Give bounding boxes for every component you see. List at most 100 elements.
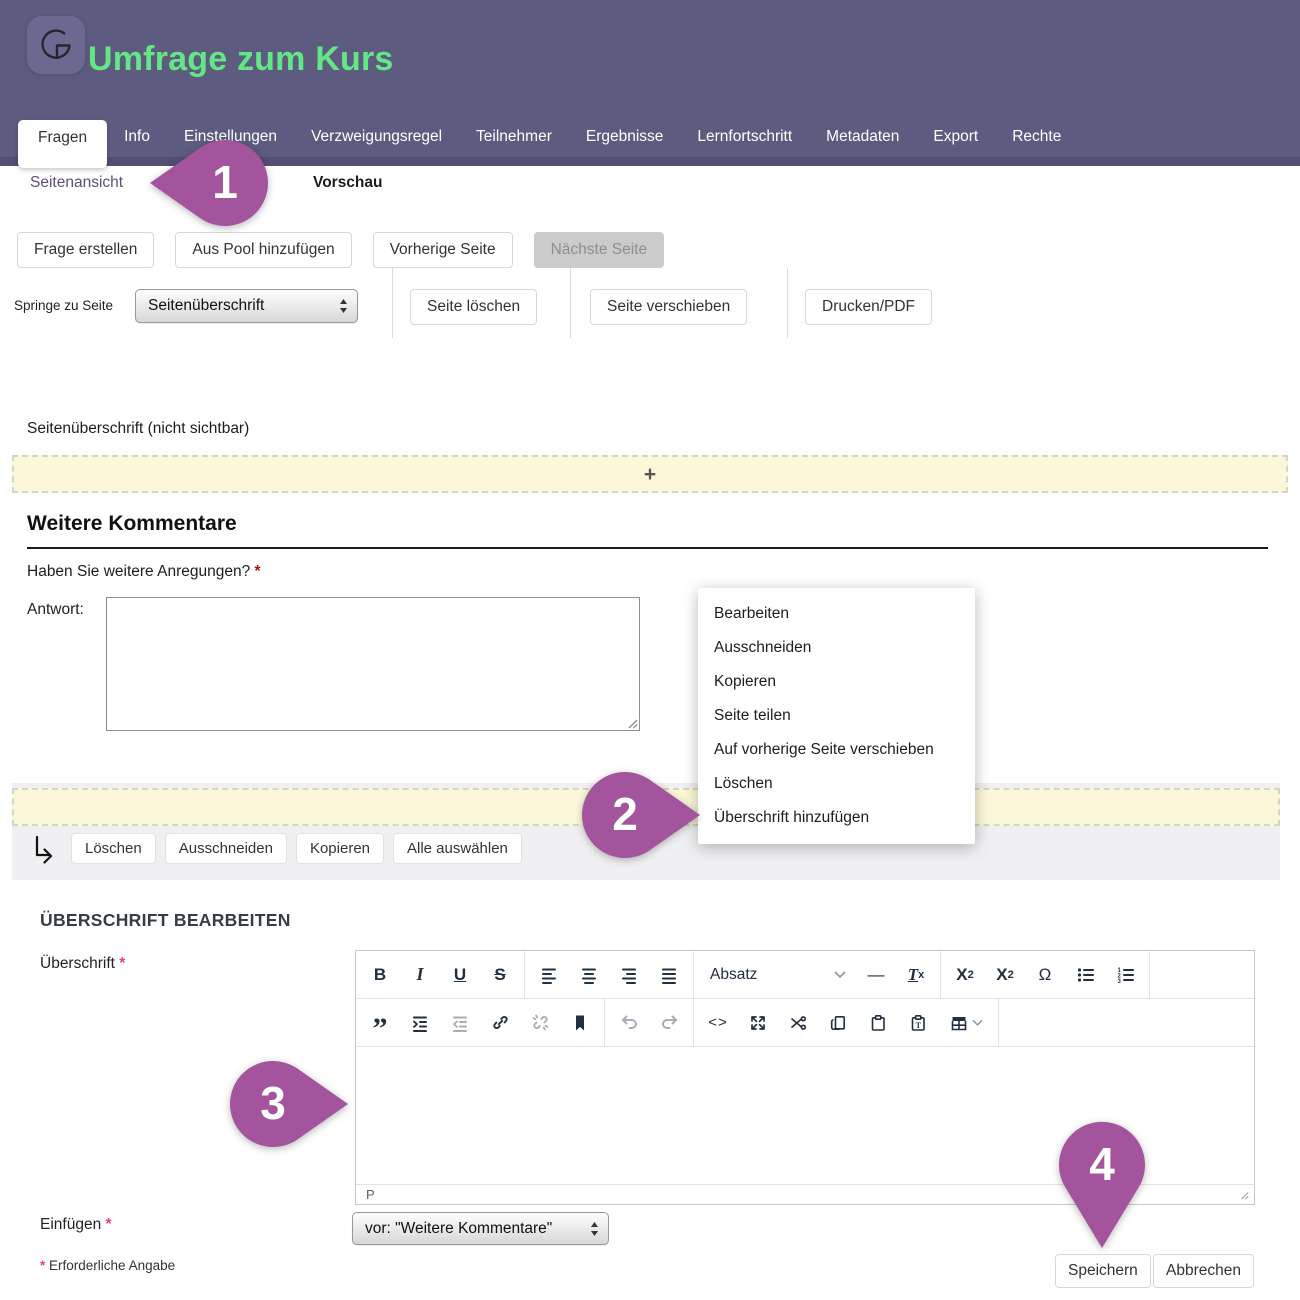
subtab-vorschau[interactable]: Vorschau [313, 174, 383, 192]
tab-lernfortschritt[interactable]: Lernfortschritt [680, 120, 809, 157]
apply-to-selection-arrow-icon [30, 834, 56, 864]
callout-number: 4 [1089, 1137, 1115, 1191]
aus-pool-hinzufuegen-button[interactable]: Aus Pool hinzufügen [175, 232, 351, 268]
history-group [605, 999, 694, 1046]
question-text: Haben Sie weitere Anregungen? * [27, 563, 261, 581]
numbered-list-icon[interactable]: 1 2 3 [1105, 955, 1145, 995]
required-note: * Erforderliche Angabe [40, 1258, 175, 1273]
fullscreen-icon[interactable] [738, 1003, 778, 1043]
menu-item-bearbeiten[interactable]: Bearbeiten [698, 597, 975, 631]
tab-fragen[interactable]: Fragen [18, 120, 107, 168]
required-asterisk: * [255, 563, 261, 580]
seite-verschieben-button[interactable]: Seite verschieben [590, 289, 747, 325]
menu-item-ueberschrift-hinzufuegen[interactable]: Überschrift hinzufügen [698, 801, 975, 835]
superscript-icon[interactable]: X2 [985, 955, 1025, 995]
ueberschrift-label: Überschrift * [40, 955, 125, 973]
paste-icon[interactable] [858, 1003, 898, 1043]
tools-group: <> [694, 999, 999, 1046]
menu-item-ausschneiden[interactable]: Ausschneiden [698, 631, 975, 665]
callout-number: 1 [212, 155, 238, 209]
section-heading: Weitere Kommentare [27, 512, 1268, 549]
align-right-icon[interactable] [609, 955, 649, 995]
insert-group: X2 X2 Ω 1 2 3 [941, 951, 1150, 998]
bullet-list-icon[interactable] [1065, 955, 1105, 995]
menu-item-seite-teilen[interactable]: Seite teilen [698, 699, 975, 733]
source-code-icon[interactable]: <> [698, 1003, 738, 1043]
block-group: ” [356, 999, 605, 1046]
bold-icon[interactable]: B [360, 955, 400, 995]
callout-number: 3 [260, 1076, 286, 1130]
resize-handle-icon[interactable] [1239, 1190, 1249, 1200]
cut-icon[interactable] [778, 1003, 818, 1043]
ausschneiden-button[interactable]: Ausschneiden [165, 833, 287, 864]
required-asterisk: * [40, 1258, 45, 1273]
answer-label: Antwort: [27, 601, 84, 619]
vorherige-seite-button[interactable]: Vorherige Seite [373, 232, 513, 268]
frage-erstellen-button[interactable]: Frage erstellen [17, 232, 154, 268]
page-toolbar-row1: Frage erstellen Aus Pool hinzufügen Vorh… [17, 232, 664, 268]
tab-metadaten[interactable]: Metadaten [809, 120, 916, 157]
align-center-icon[interactable] [569, 955, 609, 995]
springe-zu-seite-label: Springe zu Seite [14, 298, 113, 313]
justify-icon[interactable] [649, 955, 689, 995]
speichern-button[interactable]: Speichern [1055, 1254, 1151, 1288]
answer-field-wrap [106, 597, 640, 731]
unlink-icon[interactable] [520, 1003, 560, 1043]
menu-item-loeschen[interactable]: Löschen [698, 767, 975, 801]
undo-icon[interactable] [609, 1003, 649, 1043]
copy-icon[interactable] [818, 1003, 858, 1043]
svg-text:T: T [916, 1021, 922, 1030]
tab-teilnehmer[interactable]: Teilnehmer [459, 120, 569, 157]
context-menu: Bearbeiten Ausschneiden Kopieren Seite t… [698, 588, 975, 844]
indent-icon[interactable] [400, 1003, 440, 1043]
strikethrough-icon[interactable]: S [480, 955, 520, 995]
einfuegen-select-value: vor: "Weitere Kommentare" [365, 1220, 552, 1238]
select-caret-icon [339, 298, 348, 314]
seiten-select[interactable]: Seitenüberschrift [135, 289, 358, 323]
loeschen-button[interactable]: Löschen [71, 833, 156, 864]
page-title: Umfrage zum Kurs [88, 40, 393, 79]
tab-rechte[interactable]: Rechte [995, 120, 1078, 157]
align-left-icon[interactable] [529, 955, 569, 995]
paragraph-group: Absatz — Tx [694, 951, 941, 998]
required-asterisk: * [119, 955, 125, 972]
callout-2: 2 [580, 772, 700, 858]
table-icon[interactable] [938, 1003, 994, 1043]
paragraph-format-dropdown[interactable]: Absatz [698, 955, 856, 995]
drucken-pdf-button[interactable]: Drucken/PDF [805, 289, 932, 325]
editor-toolbar-row1: B I U S Absat [356, 951, 1254, 999]
menu-item-auf-vorherige-seite[interactable]: Auf vorherige Seite verschieben [698, 733, 975, 767]
abbrechen-button[interactable]: Abbrechen [1153, 1254, 1254, 1288]
special-character-icon[interactable]: Ω [1025, 955, 1065, 995]
outdent-icon[interactable] [440, 1003, 480, 1043]
subscript-icon[interactable]: X2 [945, 955, 985, 995]
clear-formatting-icon[interactable]: Tx [896, 955, 936, 995]
einfuegen-select[interactable]: vor: "Weitere Kommentare" [352, 1212, 609, 1245]
resize-handle-icon[interactable] [626, 717, 638, 729]
tab-export[interactable]: Export [916, 120, 995, 157]
redo-icon[interactable] [649, 1003, 689, 1043]
horizontal-rule-icon[interactable]: — [856, 955, 896, 995]
required-asterisk: * [106, 1216, 112, 1233]
menu-item-kopieren[interactable]: Kopieren [698, 665, 975, 699]
seite-loeschen-button[interactable]: Seite löschen [410, 289, 537, 325]
editor-toolbar-row2: ” [356, 999, 1254, 1047]
italic-icon[interactable]: I [400, 955, 440, 995]
subtab-seitenansicht[interactable]: Seitenansicht [30, 174, 123, 192]
paste-as-text-icon[interactable]: T [898, 1003, 938, 1043]
hidden-page-title: Seitenüberschrift (nicht sichtbar) [27, 420, 249, 438]
tab-verzweigungsregel[interactable]: Verzweigungsregel [294, 120, 459, 157]
alle-auswaehlen-button[interactable]: Alle auswählen [393, 833, 522, 864]
app-header: Umfrage zum Kurs [0, 0, 1300, 120]
kopieren-button[interactable]: Kopieren [296, 833, 384, 864]
answer-textarea[interactable] [106, 597, 640, 731]
blockquote-icon[interactable]: ” [360, 1003, 400, 1043]
bookmark-icon[interactable] [560, 1003, 600, 1043]
selection-bar: Löschen Ausschneiden Kopieren Alle auswä… [30, 833, 522, 864]
callout-1: 1 [150, 140, 270, 226]
underline-icon[interactable]: U [440, 955, 480, 995]
toolbar-spacer [1150, 951, 1254, 998]
tab-ergebnisse[interactable]: Ergebnisse [569, 120, 681, 157]
link-icon[interactable] [480, 1003, 520, 1043]
add-element-dropzone[interactable]: + [12, 455, 1288, 493]
